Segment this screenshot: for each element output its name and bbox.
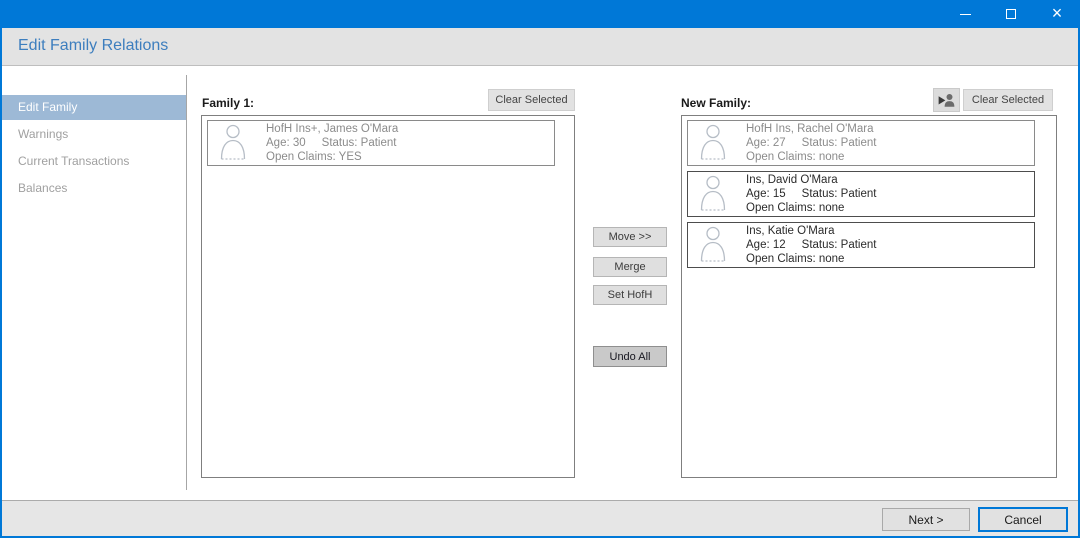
member-info: HofH Ins, Rachel O'Mara Age: 27 Status: P… bbox=[746, 122, 876, 164]
family1-clear-selected-button[interactable]: Clear Selected bbox=[488, 89, 575, 111]
member-status: Status: Patient bbox=[802, 137, 877, 149]
member-claims: Open Claims: none bbox=[746, 252, 876, 266]
member-claims: Open Claims: YES bbox=[266, 150, 398, 164]
member-status: Status: Patient bbox=[802, 188, 877, 200]
member-name: Ins, Katie O'Mara bbox=[746, 224, 876, 238]
window-border-left bbox=[0, 28, 2, 538]
member-status: Status: Patient bbox=[322, 137, 397, 149]
family1-member-card-james[interactable]: HofH Ins+, James O'Mara Age: 30 Status: P… bbox=[207, 120, 555, 166]
undo-all-button[interactable]: Undo All bbox=[593, 346, 667, 367]
edit-family-relations-window: Edit Family Relations Edit Family Warnin… bbox=[0, 0, 1080, 538]
member-name: HofH Ins+, James O'Mara bbox=[266, 122, 398, 136]
family1-label: Family 1: bbox=[202, 96, 254, 110]
new-family-member-card-rachel[interactable]: HofH Ins, Rachel O'Mara Age: 27 Status: P… bbox=[687, 120, 1035, 166]
sidebar: Edit Family Warnings Current Transaction… bbox=[0, 66, 186, 500]
sidebar-list: Edit Family Warnings Current Transaction… bbox=[0, 95, 186, 201]
page-title: Edit Family Relations bbox=[0, 28, 1080, 64]
move-button[interactable]: Move >> bbox=[593, 227, 667, 247]
member-age: Age: 30 bbox=[266, 137, 306, 149]
sidebar-item-current-transactions[interactable]: Current Transactions bbox=[0, 149, 186, 174]
family1-listbox[interactable]: HofH Ins+, James O'Mara Age: 30 Status: P… bbox=[201, 115, 575, 478]
move-person-icon bbox=[936, 91, 957, 109]
maximize-button[interactable] bbox=[988, 0, 1034, 28]
main-content: Edit Family Warnings Current Transaction… bbox=[0, 66, 1080, 500]
member-name: HofH Ins, Rachel O'Mara bbox=[746, 122, 876, 136]
person-silhouette-icon bbox=[698, 124, 728, 162]
maximize-icon bbox=[1006, 9, 1016, 19]
new-family-member-card-david[interactable]: Ins, David O'Mara Age: 15 Status: Patient… bbox=[687, 171, 1035, 217]
close-icon bbox=[1052, 4, 1063, 22]
member-info: Ins, Katie O'Mara Age: 12 Status: Patient… bbox=[746, 224, 876, 266]
move-to-person-button[interactable] bbox=[933, 88, 960, 112]
member-claims: Open Claims: none bbox=[746, 201, 876, 215]
new-family-member-card-katie[interactable]: Ins, Katie O'Mara Age: 12 Status: Patient… bbox=[687, 222, 1035, 268]
member-age: Age: 12 bbox=[746, 239, 786, 251]
new-family-label: New Family: bbox=[681, 96, 751, 110]
sidebar-item-edit-family[interactable]: Edit Family bbox=[0, 95, 186, 120]
sidebar-divider bbox=[186, 75, 187, 490]
minimize-button[interactable] bbox=[942, 0, 988, 28]
title-bar bbox=[0, 0, 1080, 28]
footer-bar: Next > Cancel bbox=[0, 500, 1080, 538]
member-name: Ins, David O'Mara bbox=[746, 173, 876, 187]
window-header: Edit Family Relations bbox=[0, 28, 1080, 66]
member-age: Age: 27 bbox=[746, 137, 786, 149]
member-info: HofH Ins+, James O'Mara Age: 30 Status: P… bbox=[266, 122, 398, 164]
minimize-icon bbox=[960, 14, 971, 15]
merge-button[interactable]: Merge bbox=[593, 257, 667, 277]
sidebar-item-balances[interactable]: Balances bbox=[0, 176, 186, 201]
cancel-button[interactable]: Cancel bbox=[978, 507, 1068, 532]
member-status: Status: Patient bbox=[802, 239, 877, 251]
person-silhouette-icon bbox=[218, 124, 248, 162]
member-info: Ins, David O'Mara Age: 15 Status: Patient… bbox=[746, 173, 876, 215]
new-family-listbox[interactable]: HofH Ins, Rachel O'Mara Age: 27 Status: P… bbox=[681, 115, 1057, 478]
member-claims: Open Claims: none bbox=[746, 150, 876, 164]
new-family-clear-selected-button[interactable]: Clear Selected bbox=[963, 89, 1053, 111]
sidebar-item-warnings[interactable]: Warnings bbox=[0, 122, 186, 147]
next-button[interactable]: Next > bbox=[882, 508, 970, 531]
person-silhouette-icon bbox=[698, 175, 728, 213]
member-age: Age: 15 bbox=[746, 188, 786, 200]
person-silhouette-icon bbox=[698, 226, 728, 264]
close-button[interactable] bbox=[1034, 0, 1080, 28]
set-hofh-button[interactable]: Set HofH bbox=[593, 285, 667, 305]
